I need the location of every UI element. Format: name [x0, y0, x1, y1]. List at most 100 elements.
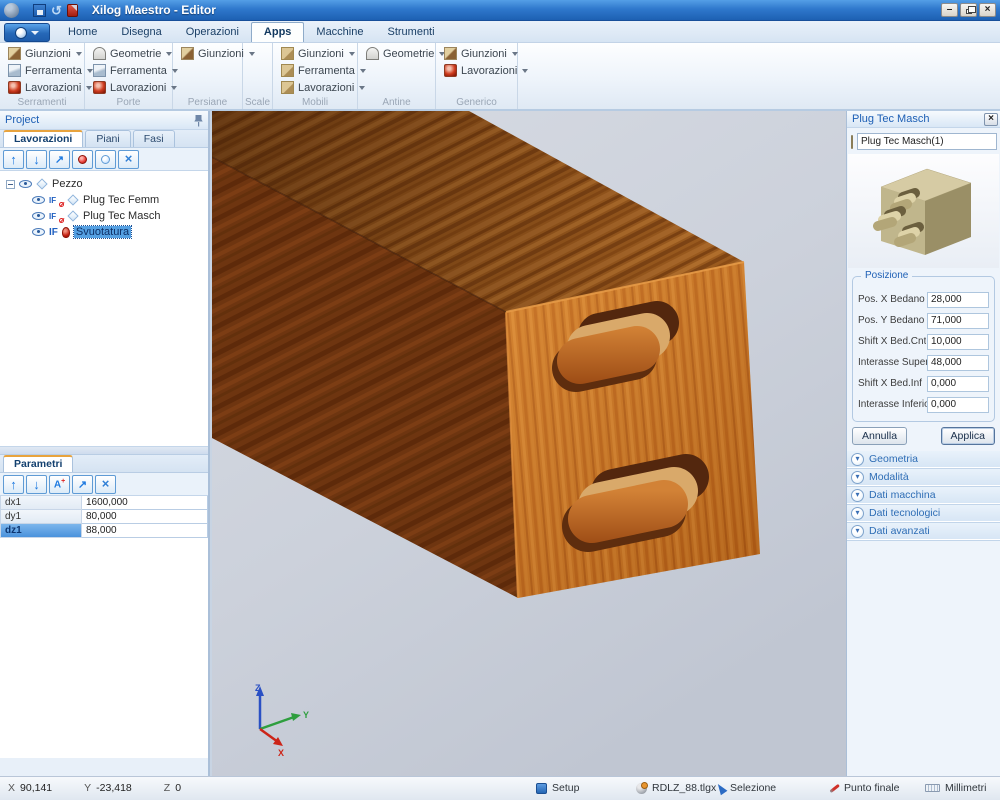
tree-row-plug-tec-femm[interactable]: IF Plug Tec Femm	[0, 192, 208, 208]
ribbon-group-scale: Scale	[243, 43, 273, 109]
table-row[interactable]: dy1 80,000	[0, 510, 208, 524]
ferramenta-button[interactable]: Ferramenta	[279, 62, 353, 79]
close-panel-button[interactable]: ×	[984, 113, 998, 126]
highlight-off-button[interactable]	[95, 150, 116, 169]
statusbar-setup[interactable]: Setup	[536, 782, 579, 794]
add-parameter-button[interactable]: A+	[49, 475, 70, 494]
giunzioni-button[interactable]: Giunzioni	[179, 45, 238, 62]
chevron-down-icon	[512, 52, 518, 56]
if-condition-icon: IF	[49, 196, 63, 205]
tab-fasi[interactable]: Fasi	[133, 130, 175, 147]
tab-parametri[interactable]: Parametri	[3, 455, 73, 472]
highlight-on-button[interactable]	[72, 150, 93, 169]
shift-x-bed-inf-input[interactable]	[927, 376, 989, 392]
table-row-selected[interactable]: dz1 88,000	[0, 524, 208, 538]
delete-button[interactable]: ×	[118, 150, 139, 169]
minimize-button[interactable]: –	[941, 3, 958, 17]
eye-icon[interactable]	[32, 196, 45, 204]
project-panel: Project Lavorazioni Piani Fasi ↑ ↓ ↗ × P…	[0, 111, 210, 776]
giunzioni-button[interactable]: Giunzioni	[6, 45, 80, 62]
param-value[interactable]: 88,000	[82, 524, 208, 538]
delete-button[interactable]: ×	[95, 475, 116, 494]
field-label: Interasse Inferiore	[858, 399, 927, 410]
redo-icon[interactable]	[67, 4, 78, 17]
ferramenta-button[interactable]: Ferramenta	[91, 62, 168, 79]
lavorazioni-icon	[444, 64, 457, 77]
giunzioni-button[interactable]: Giunzioni	[279, 45, 353, 62]
giunzioni-button[interactable]: Giunzioni	[442, 45, 513, 62]
statusbar-selezione[interactable]: Selezione	[717, 782, 776, 794]
button-label: Lavorazioni	[298, 82, 354, 94]
chevron-down-icon	[166, 52, 172, 56]
section-dati-avanzati[interactable]: ▾ Dati avanzati	[847, 523, 1000, 540]
eye-icon[interactable]	[32, 228, 45, 236]
lavorazioni-button[interactable]: Lavorazioni	[442, 62, 513, 79]
pos-x-bedano-input[interactable]	[927, 292, 989, 308]
tree-row-pezzo[interactable]: Pezzo	[0, 176, 208, 192]
section-dati-macchina[interactable]: ▾ Dati macchina	[847, 487, 1000, 504]
move-up-button[interactable]: ↑	[3, 475, 24, 494]
statusbar-punto-finale[interactable]: Punto finale	[828, 782, 899, 794]
tab-operazioni[interactable]: Operazioni	[174, 23, 251, 42]
parametri-tabs: Parametri	[0, 455, 208, 473]
interasse-superiore-input[interactable]	[927, 355, 989, 371]
apply-button[interactable]: Applica	[941, 427, 995, 445]
section-dati-tecnologici[interactable]: ▾ Dati tecnologici	[847, 505, 1000, 522]
geometrie-button[interactable]: Geometrie	[91, 45, 168, 62]
panel-splitter[interactable]	[0, 447, 208, 455]
operation-name-input[interactable]	[857, 133, 997, 150]
geometrie-button[interactable]: Geometrie	[364, 45, 431, 62]
tab-apps[interactable]: Apps	[251, 22, 305, 42]
eye-icon[interactable]	[19, 180, 32, 188]
tab-lavorazioni[interactable]: Lavorazioni	[3, 130, 83, 147]
field-row: Interasse Inferiore	[858, 394, 989, 415]
field-label: Pos. Y Bedano	[858, 315, 924, 326]
eye-icon[interactable]	[32, 212, 45, 220]
tab-macchine[interactable]: Macchine	[304, 23, 375, 42]
section-modalita[interactable]: ▾ Modalità	[847, 469, 1000, 486]
lavorazioni-button[interactable]: Lavorazioni	[91, 79, 168, 96]
tab-home[interactable]: Home	[56, 23, 109, 42]
restore-button[interactable]	[960, 3, 977, 17]
tab-piani[interactable]: Piani	[85, 130, 130, 147]
shift-x-bed-cnt-input[interactable]	[927, 334, 989, 350]
close-button[interactable]: ×	[979, 3, 996, 17]
statusbar-file[interactable]: RDLZ_88.tlgx	[636, 782, 716, 794]
param-value[interactable]: 80,000	[82, 510, 208, 524]
export-button[interactable]: ↗	[72, 475, 93, 494]
tab-disegna[interactable]: Disegna	[109, 23, 173, 42]
tree-label: Plug Tec Masch	[83, 210, 160, 222]
param-name: dz1	[0, 524, 82, 538]
field-row: Interasse Superior	[858, 352, 989, 373]
tree-row-svuotatura[interactable]: IF Svuotatura	[0, 224, 208, 240]
tree-row-plug-tec-masch[interactable]: IF Plug Tec Masch	[0, 208, 208, 224]
move-up-button[interactable]: ↑	[3, 150, 24, 169]
ribbon-group-serramenti: Giunzioni Ferramenta Lavorazioni Serrame…	[0, 43, 85, 109]
statusbar-millimetri[interactable]: Millimetri	[925, 782, 986, 794]
parametri-table: dx1 1600,000 dy1 80,000 dz1 88,000	[0, 496, 208, 538]
cancel-button[interactable]: Annulla	[852, 427, 907, 445]
lavorazioni-button[interactable]: Lavorazioni	[6, 79, 80, 96]
interasse-inferiore-input[interactable]	[927, 397, 989, 413]
save-icon[interactable]	[33, 4, 46, 17]
move-down-button[interactable]: ↓	[26, 475, 47, 494]
collapse-icon[interactable]	[6, 180, 15, 189]
restore-icon	[966, 9, 972, 14]
chevron-down-icon: ▾	[851, 525, 864, 538]
pin-icon[interactable]	[194, 114, 203, 127]
lavorazioni-button[interactable]: Lavorazioni	[279, 79, 353, 96]
section-geometria[interactable]: ▾ Geometria	[847, 451, 1000, 468]
tab-strumenti[interactable]: Strumenti	[375, 23, 446, 42]
export-button[interactable]: ↗	[49, 150, 70, 169]
coord-x-label: X	[8, 782, 15, 794]
table-row[interactable]: dx1 1600,000	[0, 496, 208, 510]
application-menu-button[interactable]	[4, 23, 50, 42]
giunzioni-icon	[181, 47, 194, 60]
ferramenta-button[interactable]: Ferramenta	[6, 62, 80, 79]
param-value[interactable]: 1600,000	[82, 496, 208, 510]
move-down-button[interactable]: ↓	[26, 150, 47, 169]
file-icon	[636, 783, 647, 794]
undo-icon[interactable]: ↺	[51, 4, 62, 17]
pos-y-bedano-input[interactable]	[927, 313, 989, 329]
viewport-3d[interactable]: Z Y X	[212, 111, 846, 776]
